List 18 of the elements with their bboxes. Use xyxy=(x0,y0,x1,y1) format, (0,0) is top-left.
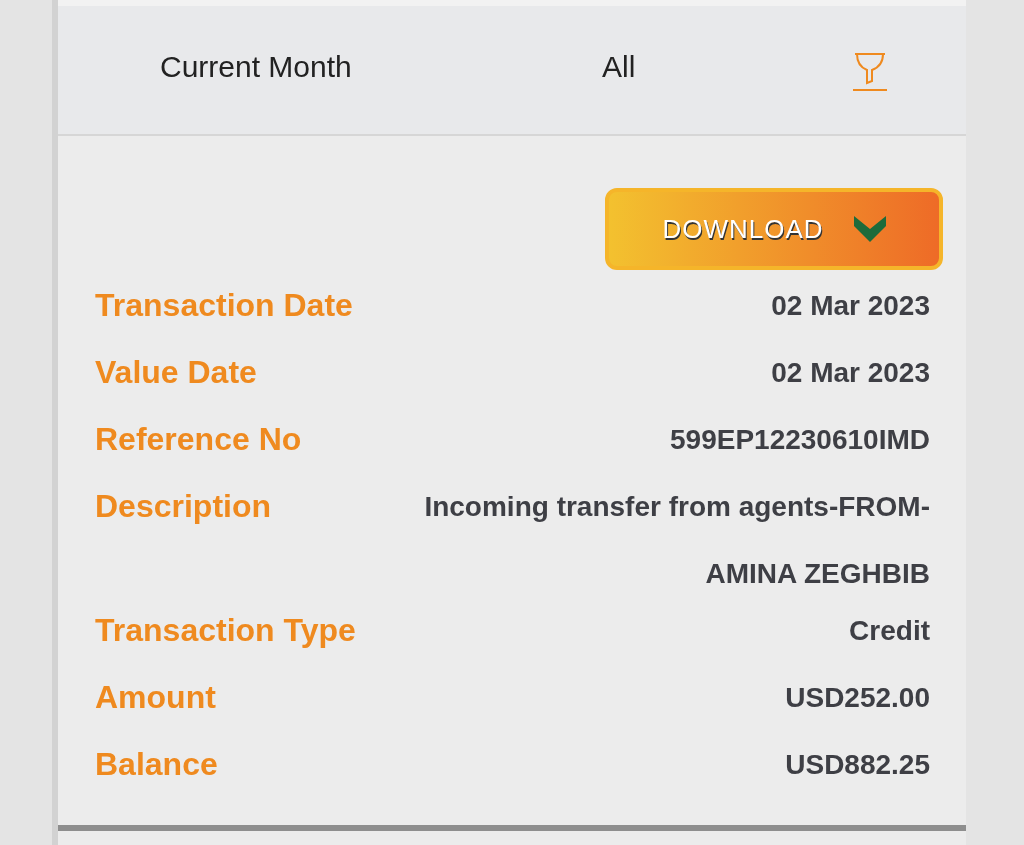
chevron-down-icon xyxy=(853,216,886,242)
field-label: Reference No xyxy=(95,420,302,459)
field-label: Transaction Date xyxy=(95,286,353,325)
field-value: 599EP12230610IMD xyxy=(670,423,930,457)
field-label: Value Date xyxy=(95,353,257,392)
field-label: Description xyxy=(95,487,272,526)
field-value: USD882.25 xyxy=(785,748,930,782)
period-filter[interactable]: Current Month xyxy=(160,50,352,84)
field-label: Balance xyxy=(95,745,218,784)
filter-icon[interactable] xyxy=(852,52,888,92)
field-value: 02 Mar 2023 xyxy=(771,356,930,390)
field-label: Amount xyxy=(95,678,216,717)
field-value: 02 Mar 2023 xyxy=(771,289,930,323)
field-value: USD252.00 xyxy=(785,681,930,715)
type-filter[interactable]: All xyxy=(602,50,636,84)
field-value: Incoming transfer from agents-FROM- AMINA ZEGHBIB xyxy=(423,490,930,591)
field-value: Credit xyxy=(849,614,930,648)
field-label: Transaction Type xyxy=(95,611,356,650)
